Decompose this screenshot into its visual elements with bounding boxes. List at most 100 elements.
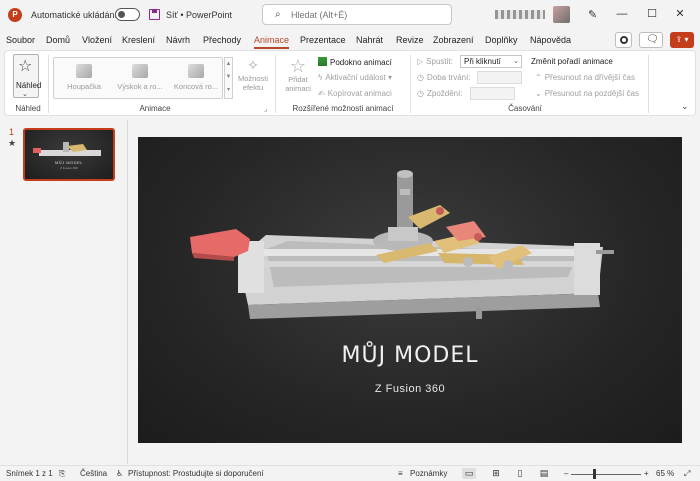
start-label: ▷ Spustit: xyxy=(417,57,453,66)
collapse-ribbon-icon[interactable]: ⌄ xyxy=(681,101,689,112)
tab-home[interactable]: Domů xyxy=(46,35,70,45)
dialog-launcher-icon[interactable]: ⌟ xyxy=(264,105,267,113)
tab-animations[interactable]: Animace xyxy=(254,35,290,49)
add-star-icon: ☆ xyxy=(289,56,307,76)
delay-spinner[interactable] xyxy=(470,87,515,100)
zoom-slider[interactable] xyxy=(571,474,641,475)
zoom-out-button[interactable]: – xyxy=(564,469,568,478)
play-icon: ▷ xyxy=(417,57,424,66)
zoom-slider-thumb[interactable] xyxy=(593,469,596,479)
save-icon[interactable] xyxy=(149,9,160,20)
animation-painter-label: Kopírovat animaci xyxy=(327,89,392,98)
user-name[interactable] xyxy=(495,10,545,19)
animation-painter-button[interactable]: ✍ Kopírovat animaci xyxy=(318,89,392,98)
minimize-button[interactable]: — xyxy=(612,6,632,23)
tab-draw[interactable]: Kreslení xyxy=(122,35,155,45)
chevron-down-icon[interactable]: ▼ xyxy=(225,71,232,84)
group-divider xyxy=(410,55,411,113)
trigger-button[interactable]: ϟ Aktivační událost ▾ xyxy=(318,73,392,82)
move-later-button[interactable]: ⌄ Přesunout na pozdější čas xyxy=(535,89,639,98)
spellcheck-icon[interactable]: ⎘ xyxy=(59,469,65,479)
status-bar: Snímek 1 z 1 ⎘ Čeština ♿ Přístupnost: Pr… xyxy=(0,465,700,481)
tab-view[interactable]: Zobrazení xyxy=(433,35,474,45)
search-input[interactable] xyxy=(291,8,441,22)
comment-icon: 🗨 xyxy=(646,34,659,45)
clock-icon: ◷ xyxy=(417,73,424,82)
animation-star-icon: ★ xyxy=(8,138,17,148)
fit-slide-icon[interactable]: ⤢ xyxy=(684,469,690,479)
animation-item-seesaw[interactable]: Houpačka xyxy=(56,60,112,98)
maximize-button[interactable]: ☐ xyxy=(642,6,662,23)
slide-title[interactable]: MŮJ MODEL xyxy=(138,343,682,368)
group-label-preview: Náhled xyxy=(15,104,41,113)
tab-review[interactable]: Revize xyxy=(396,35,424,45)
animation-item-popup[interactable]: Výskok a ro... xyxy=(112,60,168,98)
language-indicator[interactable]: Čeština xyxy=(80,469,107,478)
share-button[interactable]: ⇪ ▾ xyxy=(670,32,694,48)
duration-spinner[interactable] xyxy=(477,71,522,84)
effect-options-label: Možnosti xyxy=(237,74,268,83)
close-button[interactable]: ✕ xyxy=(670,6,690,23)
3d-model-image[interactable] xyxy=(138,137,682,443)
slide-subtitle[interactable]: Z Fusion 360 xyxy=(138,383,682,395)
animation-item-label: Koncová ro... xyxy=(173,82,219,91)
accessibility-status[interactable]: Přístupnost: Prostudujte si doporučení xyxy=(128,469,264,478)
search-box[interactable]: ⌕ xyxy=(262,4,452,25)
gallery-scrollbar[interactable]: ▲ ▼ ▾ xyxy=(224,57,233,99)
tab-file[interactable]: Soubor xyxy=(6,35,35,45)
record-icon xyxy=(620,36,628,44)
move-earlier-button[interactable]: ⌃ Přesunout na dřívější čas xyxy=(535,73,635,82)
start-select-value: Při kliknutí xyxy=(464,57,501,66)
avatar[interactable] xyxy=(553,6,570,23)
animation-item-turntable[interactable]: Koncová ro... xyxy=(168,60,224,98)
pen-icon[interactable]: ✎ xyxy=(588,8,597,21)
animation-pane-label: Podokno animací xyxy=(330,58,392,67)
animation-item-label: Výskok a ro... xyxy=(117,82,163,91)
animation-item-label: Houpačka xyxy=(67,82,101,91)
preview-button-label: Náhled xyxy=(16,81,42,90)
slideshow-view-button[interactable]: ▤ xyxy=(537,468,551,479)
tab-slideshow[interactable]: Prezentace xyxy=(300,35,346,45)
trigger-label: Aktivační událost xyxy=(325,73,386,82)
start-select[interactable]: Při kliknutí ⌄ xyxy=(460,55,522,68)
chevron-up-icon: ⌃ xyxy=(535,73,542,82)
autosave-toggle[interactable] xyxy=(115,8,140,21)
title-bar: P Automatické ukládání Síť • PowerPoint … xyxy=(0,0,700,30)
slide-counter: Snímek 1 z 1 xyxy=(6,469,53,478)
group-divider xyxy=(275,55,276,113)
normal-view-button[interactable]: ▭ xyxy=(462,468,476,479)
effect-options-icon: ✧ xyxy=(247,57,259,73)
tab-insert[interactable]: Vložení xyxy=(82,35,112,45)
more-icon[interactable]: ▾ xyxy=(225,84,232,97)
document-title[interactable]: Síť • PowerPoint xyxy=(166,10,232,20)
share-icon: ⇪ ▾ xyxy=(675,35,689,44)
chevron-down-icon: ⌄ xyxy=(513,58,519,65)
autosave-label: Automatické ukládání xyxy=(31,10,118,20)
animation-pane-button[interactable]: Podokno animací xyxy=(318,57,392,67)
tab-design[interactable]: Návrh xyxy=(166,35,190,45)
notes-icon: ≡ xyxy=(398,469,403,478)
tab-addins[interactable]: Doplňky xyxy=(485,35,518,45)
reading-view-button[interactable]: ▯ xyxy=(513,468,527,479)
effect-options-button[interactable]: ✧ Možnosti efektu xyxy=(234,57,272,92)
slide-thumbnail[interactable]: MŮJ MODEL Z Fusion 360 xyxy=(23,128,115,181)
painter-icon: ✍ xyxy=(318,89,325,98)
tab-record[interactable]: Nahrát xyxy=(356,35,383,45)
tab-help[interactable]: Nápověda xyxy=(530,35,571,45)
chevron-down-icon: ⌄ xyxy=(22,91,28,98)
tab-transitions[interactable]: Přechody xyxy=(203,35,241,45)
animation-gallery: Houpačka Výskok a ro... Koncová ro... xyxy=(53,57,223,99)
reorder-title: Změnit pořadí animace xyxy=(531,57,613,66)
slide-sorter-button[interactable]: ⊞ xyxy=(489,468,503,479)
chevron-up-icon[interactable]: ▲ xyxy=(225,58,232,71)
chevron-down-icon: ⌄ xyxy=(535,89,542,98)
delay-label: ◷ Zpoždění: xyxy=(417,89,463,98)
notes-button[interactable]: Poznámky xyxy=(410,469,447,478)
group-divider xyxy=(648,55,649,113)
record-button[interactable] xyxy=(615,32,632,48)
zoom-in-button[interactable]: + xyxy=(644,469,649,478)
comments-button[interactable]: 🗨 xyxy=(639,32,663,48)
add-animation-button[interactable]: ☆ Přidat animaci xyxy=(282,57,314,93)
slide-canvas[interactable]: MŮJ MODEL Z Fusion 360 xyxy=(138,137,682,443)
zoom-level[interactable]: 65 % xyxy=(656,469,674,478)
